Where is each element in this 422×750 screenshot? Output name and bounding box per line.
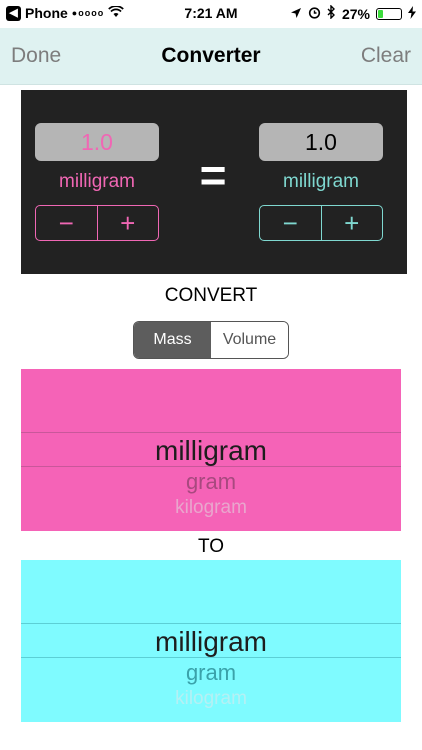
page-title: Converter bbox=[161, 44, 261, 67]
segment-mass[interactable]: Mass bbox=[134, 322, 211, 358]
picker-selection-line-top bbox=[21, 623, 401, 624]
navigation-bar: Done Converter Clear bbox=[0, 28, 422, 85]
unit-type-segmented-control: Mass Volume bbox=[133, 321, 289, 359]
clear-button[interactable]: Clear bbox=[361, 44, 411, 68]
picker-row[interactable]: kilogram bbox=[21, 688, 401, 710]
to-plus-button[interactable]: + bbox=[320, 206, 383, 240]
bluetooth-icon bbox=[327, 4, 336, 22]
to-unit-box: 1.0 milligram − + bbox=[259, 123, 383, 241]
picker-row-selected[interactable]: milligram bbox=[21, 435, 401, 467]
picker-selection-line-top bbox=[21, 432, 401, 433]
picker-row[interactable]: kilogram bbox=[21, 497, 401, 519]
from-unit-box: 1.0 milligram − + bbox=[35, 123, 159, 241]
segment-volume[interactable]: Volume bbox=[211, 322, 288, 358]
alarm-icon bbox=[308, 6, 321, 22]
done-button[interactable]: Done bbox=[11, 44, 61, 68]
to-unit-label: milligram bbox=[283, 171, 359, 192]
from-value-field[interactable]: 1.0 bbox=[35, 123, 159, 161]
to-stepper: − + bbox=[259, 205, 383, 241]
equals-sign: = bbox=[199, 149, 227, 201]
to-minus-button[interactable]: − bbox=[260, 206, 321, 240]
converter-panel: 1.0 milligram − + = 1.0 milligram − + bbox=[21, 90, 407, 274]
status-bar: ◀ Phone ●oooo 7:21 AM 27% bbox=[0, 0, 422, 28]
battery-icon bbox=[376, 7, 402, 20]
status-right: 27% bbox=[290, 4, 416, 22]
location-icon bbox=[290, 6, 302, 22]
from-plus-button[interactable]: + bbox=[96, 206, 159, 240]
to-unit-picker[interactable]: milligram gram kilogram bbox=[21, 560, 401, 722]
convert-heading: CONVERT bbox=[164, 285, 258, 306]
from-unit-label: milligram bbox=[59, 171, 135, 192]
picker-row-selected[interactable]: milligram bbox=[21, 626, 401, 658]
from-stepper: − + bbox=[35, 205, 159, 241]
from-unit-picker[interactable]: milligram gram kilogram bbox=[21, 369, 401, 531]
battery-percent: 27% bbox=[341, 5, 370, 22]
charging-icon bbox=[408, 5, 416, 22]
battery-fill bbox=[378, 9, 383, 18]
to-value-field[interactable]: 1.0 bbox=[259, 123, 383, 161]
to-heading: TO bbox=[197, 536, 225, 557]
from-minus-button[interactable]: − bbox=[36, 206, 97, 240]
picker-row[interactable]: gram bbox=[21, 660, 401, 686]
picker-row[interactable]: gram bbox=[21, 469, 401, 495]
